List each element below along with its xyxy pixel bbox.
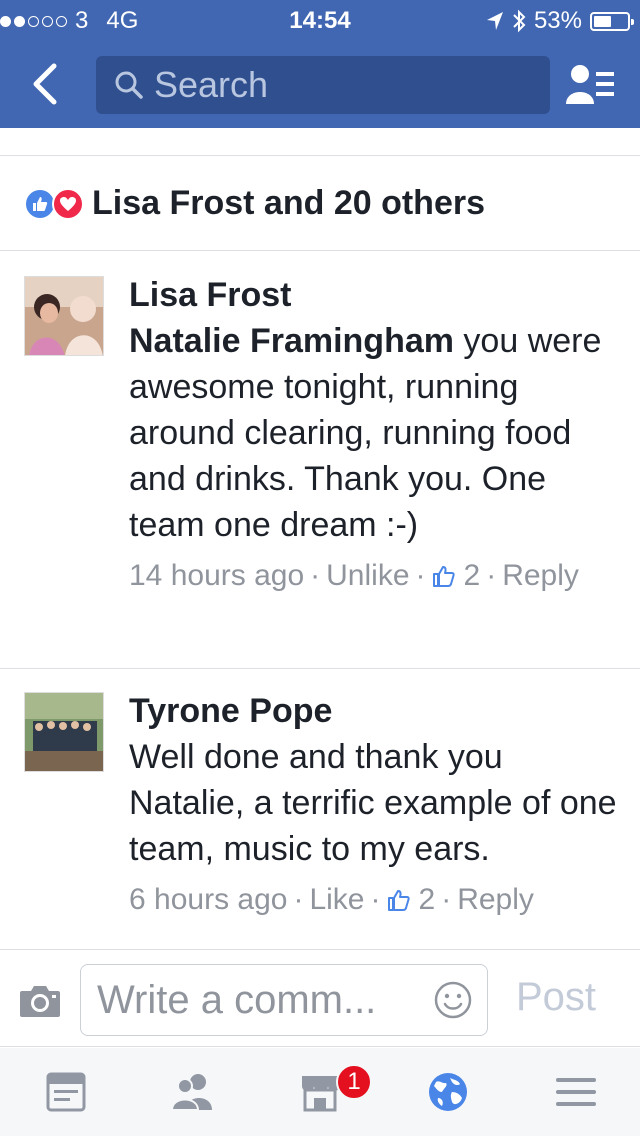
comment-item: Tyrone Pope Well done and thank you Nata… [0,670,640,950]
previous-actions-strip [0,128,640,156]
meta-separator: · [486,559,497,592]
like-link[interactable]: Like [309,880,364,920]
top-header: 3 4G 14:54 53% [0,0,640,128]
reactions-row[interactable]: Lisa Frost and 20 others [0,157,640,251]
tab-menu[interactable] [552,1070,600,1114]
search-bar[interactable] [96,56,550,114]
comment-timestamp: 6 hours ago [129,883,288,916]
friends-icon [170,1074,212,1111]
comment-field[interactable] [80,964,488,1036]
back-button[interactable] [26,60,66,108]
unlike-link[interactable]: Unlike [326,556,409,596]
emoji-icon[interactable] [433,980,473,1020]
reply-link[interactable]: Reply [457,880,534,920]
bottom-tab-bar: 1 [0,1048,640,1136]
meta-separator: · [310,559,321,592]
tab-notifications[interactable] [424,1070,472,1114]
status-bar: 3 4G 14:54 53% [0,0,640,40]
chevron-left-icon [33,63,57,105]
marketplace-badge: 1 [336,1064,372,1100]
friends-list-button[interactable] [566,62,616,106]
reply-link[interactable]: Reply [502,556,579,596]
camera-button[interactable] [18,981,62,1021]
comment-mention[interactable]: Natalie Framingham [129,322,454,360]
comment-item: Lisa Frost Natalie Framingham you were a… [0,252,640,669]
camera-icon [20,986,60,1017]
comment-meta: 6 hours ago · Like · 2 · Reply [129,880,619,920]
battery-percent: 53% [533,7,582,34]
avatar[interactable] [24,276,104,356]
comment-meta: 14 hours ago · Unlike · 2 · Reply [129,556,619,596]
tab-news-feed[interactable] [42,1070,90,1114]
comment-timestamp: 14 hours ago [129,559,305,592]
battery-icon [590,11,634,31]
search-input[interactable] [154,64,534,106]
friends-list-icon [566,65,614,104]
like-count[interactable]: 2 [419,880,436,920]
search-icon [115,71,143,99]
comment-text: Well done and thank you Natalie, a terri… [129,738,617,868]
comment-input[interactable] [97,977,417,1023]
post-button[interactable]: Post [516,975,596,1020]
reactions-summary[interactable]: Lisa Frost and 20 others [92,184,485,223]
meta-separator: · [293,883,304,916]
globe-icon [429,1073,467,1111]
location-arrow-icon [486,12,503,30]
comment-author[interactable]: Tyrone Pope [129,688,619,734]
love-icon [52,187,84,220]
meta-separator: · [441,883,452,916]
meta-separator: · [415,559,426,592]
avatar[interactable] [24,692,104,772]
menu-icon [556,1078,596,1106]
meta-separator: · [370,883,381,916]
thumbs-up-icon [387,890,410,911]
comment-author[interactable]: Lisa Frost [129,272,619,318]
like-count[interactable]: 2 [464,556,481,596]
news-feed-icon [46,1072,86,1112]
bluetooth-icon [513,9,526,33]
thumbs-up-icon [432,566,455,587]
tab-friends[interactable] [168,1070,216,1114]
comment-composer: Post [0,951,640,1047]
